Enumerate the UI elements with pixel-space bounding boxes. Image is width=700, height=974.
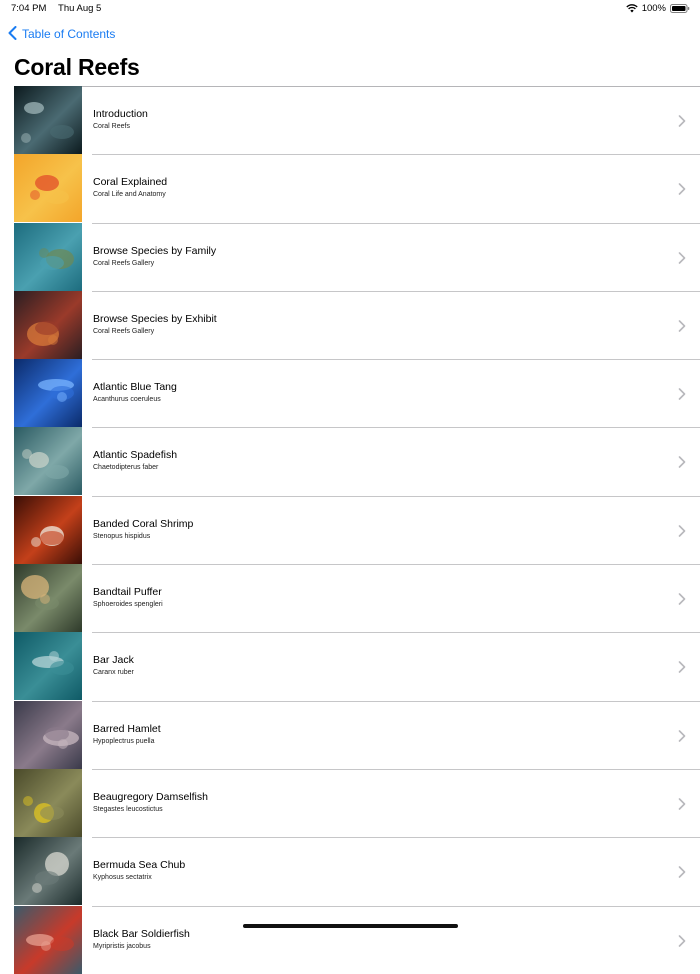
list-item-title: Coral Explained: [93, 176, 168, 189]
thumbnail-image: [14, 86, 82, 154]
list-item-title: Browse Species by Family: [93, 244, 217, 257]
list-item-title: Bar Jack: [93, 654, 134, 667]
back-button[interactable]: Table of Contents: [8, 25, 116, 43]
list-item-subtitle: Kyphosus sectatrix: [93, 874, 152, 882]
chevron-right-icon: [678, 182, 686, 196]
thumbnail-image: [14, 290, 82, 359]
wifi-icon: [626, 4, 638, 13]
list-item-subtitle: Caranx ruber: [93, 669, 134, 677]
list-item-subtitle: Coral Reefs: [93, 123, 130, 130]
list-item-title: Bermuda Sea Chub: [93, 859, 186, 872]
chevron-right-icon: [678, 865, 686, 879]
list-item[interactable]: Bar Jack Caranx ruber: [0, 632, 700, 701]
list-item-title: Browse Species by Exhibit: [93, 312, 217, 325]
list-item[interactable]: Atlantic Blue Tang Acanthurus coeruleus: [0, 359, 700, 428]
back-button-label: Table of Contents: [22, 27, 116, 41]
list-item-subtitle: Chaetodipterus faber: [93, 464, 159, 472]
thumbnail-image: [14, 632, 82, 701]
list-item-subtitle: Acanthurus coeruleus: [93, 396, 161, 404]
list-item-title: Beaugregory Damselfish: [93, 790, 208, 803]
status-bar: 7:04 PM Thu Aug 5 100%: [0, 0, 700, 18]
thumbnail-image: [14, 837, 82, 906]
chevron-right-icon: [678, 387, 686, 400]
list-item-subtitle: Hypoplectrus puella: [93, 737, 155, 745]
list-item-title: Bandtail Puffer: [93, 586, 162, 599]
list-item-title: Atlantic Blue Tang: [93, 381, 177, 394]
list-item-subtitle: Sphoeroides spengleri: [93, 601, 163, 609]
list-item-subtitle: Coral Reefs Gallery: [93, 327, 155, 335]
list-item-subtitle: Stegastes leucostictus: [93, 805, 163, 813]
list-item[interactable]: Introduction Coral Reefs: [0, 86, 700, 154]
list-item[interactable]: Barred Hamlet Hypoplectrus puella: [0, 700, 700, 769]
chevron-right-icon: [678, 114, 686, 127]
list-item-subtitle: Coral Life and Anatomy: [93, 191, 166, 199]
list-item-subtitle: Coral Reefs Gallery: [93, 259, 155, 267]
battery-percent: 100%: [641, 3, 666, 14]
thumbnail-image: [14, 222, 82, 291]
thumbnail-image: [14, 495, 82, 564]
chevron-right-icon: [678, 524, 686, 537]
battery-icon: [670, 4, 690, 13]
status-date: Thu Aug 5: [58, 3, 102, 14]
chevron-right-icon: [678, 660, 686, 674]
list-item-subtitle: Myripristis jacobus: [93, 942, 151, 950]
chevron-right-icon: [678, 729, 686, 742]
list-item[interactable]: Bandtail Puffer Sphoeroides spengleri: [0, 564, 700, 633]
thumbnail-image: [14, 427, 82, 496]
chevron-right-icon: [678, 319, 686, 332]
list-item-subtitle: Stenopus hispidus: [93, 532, 151, 540]
chevron-left-icon: [8, 25, 17, 43]
list-item[interactable]: Bermuda Sea Chub Kyphosus sectatrix: [0, 837, 700, 906]
thumbnail-image: [14, 359, 82, 428]
list-item-title: Introduction: [93, 108, 148, 120]
list-item[interactable]: Black Bar Soldierfish Myripristis jacobus: [0, 905, 700, 974]
list-item-title: Banded Coral Shrimp: [93, 517, 194, 530]
list-item-title: Atlantic Spadefish: [93, 449, 178, 462]
chevron-right-icon: [678, 251, 686, 264]
thumbnail-image: [14, 700, 82, 769]
chevron-right-icon: [678, 797, 686, 810]
list-item[interactable]: Coral Explained Coral Life and Anatomy: [0, 154, 700, 223]
page-title: Coral Reefs: [14, 54, 140, 80]
list-item[interactable]: Browse Species by Family Coral Reefs Gall…: [0, 222, 700, 291]
chevron-right-icon: [678, 934, 686, 947]
content-list: Introduction Coral Reefs Coral Explained Co…: [0, 86, 700, 974]
thumbnail-image: [14, 768, 82, 837]
list-item-title: Barred Hamlet: [93, 722, 161, 735]
chevron-right-icon: [678, 455, 686, 469]
thumbnail-image: [14, 154, 82, 223]
list-item[interactable]: Browse Species by Exhibit Coral Reefs Gal…: [0, 290, 700, 359]
status-time: 7:04 PM: [11, 3, 47, 14]
thumbnail-image: [14, 905, 82, 974]
thumbnail-image: [14, 564, 82, 633]
home-indicator: [243, 924, 458, 928]
list-item[interactable]: Atlantic Spadefish Chaetodipterus faber: [0, 427, 700, 496]
list-item[interactable]: Beaugregory Damselfish Stegastes leucosti…: [0, 768, 700, 837]
list-item[interactable]: Banded Coral Shrimp Stenopus hispidus: [0, 495, 700, 564]
chevron-right-icon: [678, 592, 686, 605]
